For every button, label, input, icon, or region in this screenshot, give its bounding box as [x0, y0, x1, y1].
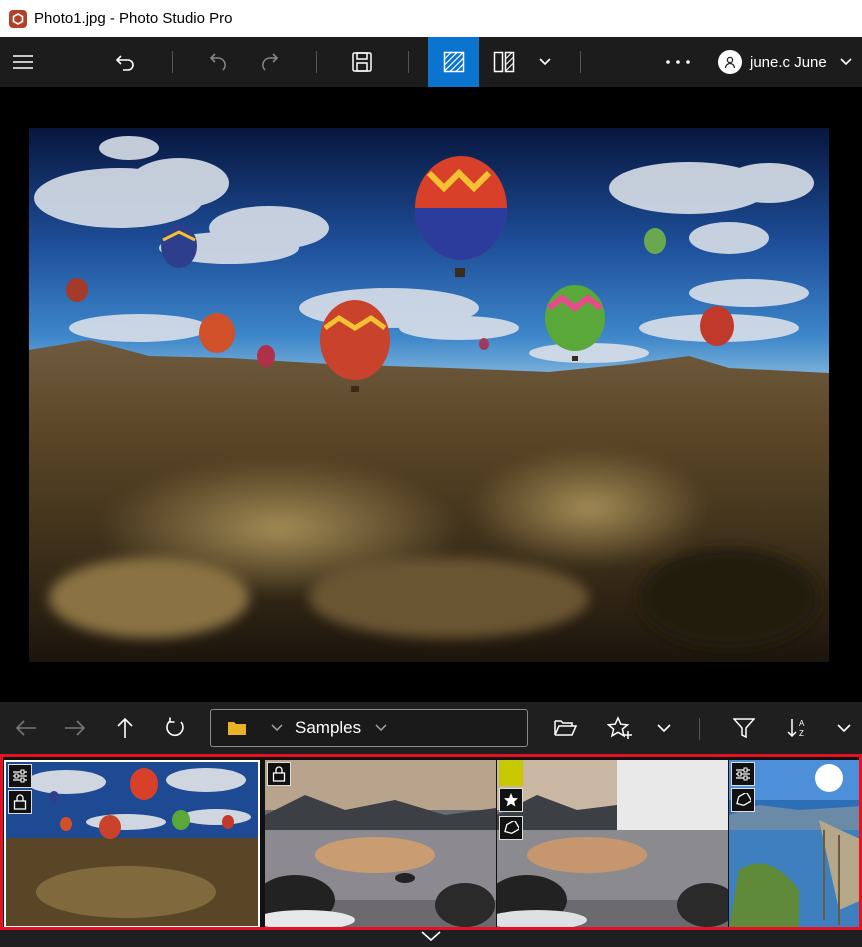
navigation-bar: Samples AZ [0, 702, 862, 754]
save-icon[interactable] [344, 37, 380, 87]
star-add-icon[interactable] [600, 702, 640, 754]
path-label: Samples [295, 718, 362, 737]
open-folder-icon[interactable] [546, 702, 584, 754]
hamburger-icon[interactable] [0, 37, 46, 87]
chevron-down-icon [271, 724, 283, 731]
app-icon [9, 9, 27, 28]
rating-dropdown-chevron-icon[interactable] [648, 702, 680, 754]
svg-text:Z: Z [799, 729, 804, 738]
view-dropdown-chevron-icon[interactable] [530, 37, 560, 87]
avatar [718, 50, 742, 74]
undo-icon[interactable] [108, 37, 144, 87]
title-bar: Photo1.jpg - Photo Studio Pro [0, 0, 862, 37]
adjustments-icon [731, 762, 755, 786]
filmstrip [0, 754, 862, 930]
svg-text:A: A [799, 719, 805, 728]
lock-icon [267, 762, 291, 786]
lock-icon [8, 790, 32, 814]
sort-az-icon[interactable]: AZ [779, 702, 817, 754]
chevron-down-icon [840, 58, 852, 66]
tag-icon [731, 788, 755, 812]
color-label-badge [499, 760, 523, 786]
arrow-right-icon[interactable] [57, 702, 93, 754]
single-view-button[interactable] [428, 37, 479, 87]
more-icon[interactable] [660, 37, 696, 87]
collapse-filmstrip-button[interactable] [0, 930, 862, 947]
single-view-icon [443, 51, 464, 73]
arrow-up-icon[interactable] [107, 702, 143, 754]
thumbnail-lake-sunset[interactable] [265, 760, 496, 927]
thumbnail-pier-lake[interactable] [729, 760, 859, 927]
folder-path-selector[interactable]: Samples [210, 709, 528, 747]
filter-icon[interactable] [725, 702, 763, 754]
main-photo[interactable] [29, 128, 829, 662]
thumbnail-balloons[interactable] [4, 760, 260, 927]
user-account-button[interactable]: june.c June [718, 37, 858, 87]
sort-dropdown-chevron-icon[interactable] [828, 702, 860, 754]
folder-icon [228, 722, 246, 735]
compare-view-icon[interactable] [486, 37, 522, 87]
star-icon [499, 788, 523, 812]
refresh-icon[interactable] [157, 702, 193, 754]
thumbnail-lake-sunset-blur[interactable] [497, 760, 728, 927]
toolbar: june.c June [0, 37, 862, 87]
tag-icon [499, 816, 523, 840]
arrow-left-icon[interactable] [8, 702, 44, 754]
adjustments-icon [8, 764, 32, 788]
chevron-down-icon [421, 931, 441, 942]
user-label: june.c June [750, 53, 827, 71]
image-viewer [0, 87, 862, 702]
rotate-right-icon[interactable] [252, 37, 288, 87]
window-title: Photo1.jpg - Photo Studio Pro [34, 10, 233, 27]
chevron-down-icon [375, 724, 387, 731]
rotate-left-icon[interactable] [200, 37, 236, 87]
